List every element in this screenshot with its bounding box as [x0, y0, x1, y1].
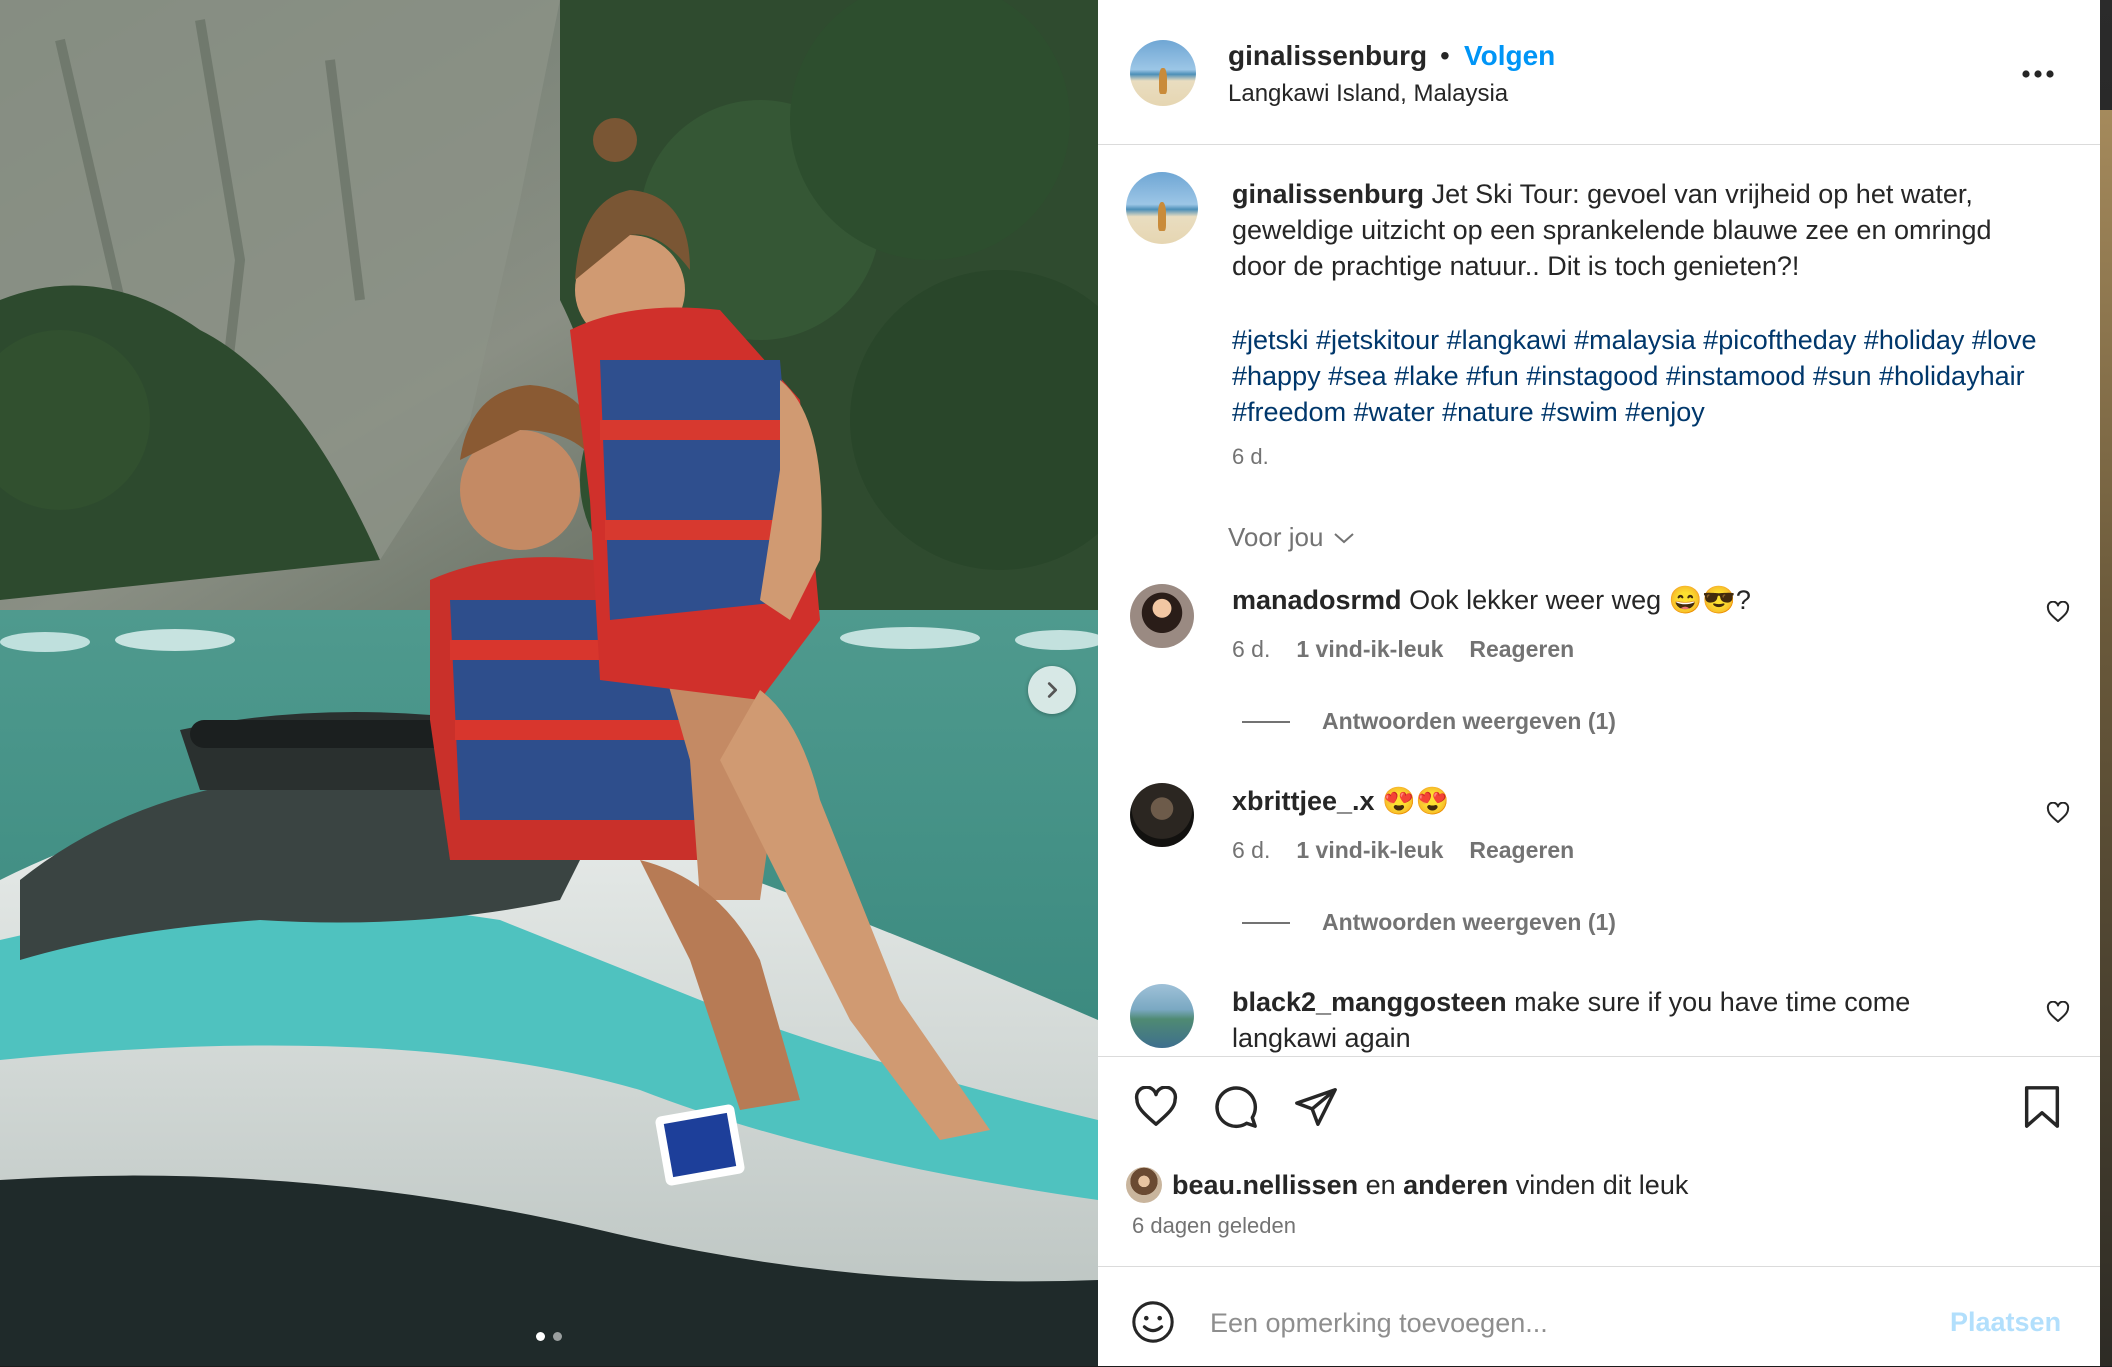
comment-text: manadosrmd Ook lekker weer weg 😄😎? — [1232, 582, 1992, 618]
liker-username[interactable]: beau.nellissen — [1172, 1170, 1358, 1200]
likes-text: beau.nellissen en anderen vinden dit leu… — [1172, 1170, 1688, 1201]
background-page-strip — [2100, 110, 2112, 1366]
comment-like-button[interactable] — [2042, 596, 2074, 628]
emoji-button[interactable] — [1128, 1297, 1178, 1347]
smiley-icon — [1132, 1301, 1174, 1343]
likes-summary: beau.nellissen en anderen vinden dit leu… — [1126, 1167, 1688, 1203]
more-options-button[interactable] — [2018, 54, 2058, 94]
comment-sort-dropdown[interactable]: Voor jou — [1228, 522, 1355, 553]
view-replies-button[interactable]: Antwoorden weergeven (1) — [1242, 708, 1616, 735]
comment-meta: 6 d. 1 vind-ik-leuk Reageren — [1232, 837, 1574, 864]
caption-author-avatar[interactable] — [1126, 172, 1198, 244]
author-avatar[interactable] — [1130, 40, 1196, 106]
heart-outline-icon — [2046, 1001, 2070, 1022]
comment-username[interactable]: black2_manggosteen — [1232, 987, 1507, 1017]
likes-conjunction: en — [1365, 1169, 1396, 1200]
comment-text: xbrittjee_.x 😍😍 — [1232, 783, 1992, 819]
post-comment-button[interactable]: Plaatsen — [1950, 1307, 2061, 1338]
share-button[interactable] — [1288, 1079, 1344, 1135]
comment-like-button[interactable] — [2042, 996, 2074, 1028]
follow-button[interactable]: Volgen — [1464, 40, 1555, 72]
commenter-avatar[interactable] — [1130, 984, 1194, 1048]
post-media[interactable] — [0, 0, 1098, 1366]
chevron-down-icon — [1334, 532, 1355, 543]
comment-input[interactable] — [1208, 1297, 1912, 1349]
comment-likes-count[interactable]: 1 vind-ik-leuk — [1296, 837, 1443, 864]
comment-time: 6 d. — [1232, 837, 1271, 863]
save-button[interactable] — [2014, 1079, 2070, 1135]
replies-divider-line — [1242, 720, 1290, 723]
post-actions: beau.nellissen en anderen vinden dit leu… — [1098, 1056, 2100, 1267]
commenter-avatar[interactable] — [1130, 783, 1194, 847]
caption-timestamp: 6 d. — [1232, 444, 1269, 469]
comment-reply-button[interactable]: Reageren — [1469, 636, 1574, 663]
like-button[interactable] — [1128, 1079, 1184, 1135]
caption-username[interactable]: ginalissenburg — [1232, 179, 1424, 209]
caption-text: ginalissenburg Jet Ski Tour: gevoel van … — [1232, 176, 2052, 284]
header-separator: • — [1440, 40, 1450, 71]
comment-body: 😍😍 — [1382, 786, 1450, 816]
comment-sort-label: Voor jou — [1228, 522, 1324, 552]
comment-reply-button[interactable]: Reageren — [1469, 837, 1574, 864]
more-horizontal-icon — [2022, 70, 2054, 78]
comment-body: Ook lekker weer weg 😄😎? — [1409, 585, 1751, 615]
author-username[interactable]: ginalissenburg — [1228, 40, 1427, 72]
comment-username[interactable]: xbrittjee_.x — [1232, 786, 1375, 816]
caption-hashtags[interactable]: #jetski #jetskitour #langkawi #malaysia … — [1232, 322, 2052, 430]
likes-suffix: vinden dit leuk — [1515, 1169, 1689, 1200]
add-comment-bar: Plaatsen — [1098, 1266, 2100, 1367]
next-image-button[interactable] — [1028, 666, 1076, 714]
likes-others-link[interactable]: anderen — [1403, 1170, 1508, 1200]
post-details-panel: ginalissenburg • Volgen Langkawi Island,… — [1098, 0, 2100, 1366]
comment-likes-count[interactable]: 1 vind-ik-leuk — [1296, 636, 1443, 663]
heart-outline-icon — [2046, 802, 2070, 823]
comment-button[interactable] — [1208, 1079, 1264, 1135]
heart-outline-icon — [2046, 601, 2070, 622]
carousel-indicator — [0, 1332, 1098, 1341]
carousel-dot-active — [536, 1332, 545, 1341]
replies-divider-line — [1242, 921, 1290, 924]
post-header: ginalissenburg • Volgen Langkawi Island,… — [1098, 0, 2100, 145]
jetski-photo — [0, 0, 1098, 1366]
chevron-right-icon — [1047, 682, 1058, 698]
comment-like-button[interactable] — [2042, 797, 2074, 829]
view-replies-label: Antwoorden weergeven (1) — [1322, 909, 1616, 935]
post-location[interactable]: Langkawi Island, Malaysia — [1228, 80, 1508, 108]
commenter-avatar[interactable] — [1130, 584, 1194, 648]
bookmark-icon — [2024, 1086, 2060, 1128]
view-replies-button[interactable]: Antwoorden weergeven (1) — [1242, 909, 1616, 936]
view-replies-label: Antwoorden weergeven (1) — [1322, 708, 1616, 734]
comment-text: black2_manggosteen make sure if you have… — [1232, 984, 1992, 1056]
carousel-dot — [553, 1332, 562, 1341]
comment-time: 6 d. — [1232, 636, 1271, 662]
post-date[interactable]: 6 dagen geleden — [1132, 1213, 1296, 1239]
comment-bubble-icon — [1215, 1086, 1258, 1129]
paper-plane-icon — [1295, 1088, 1337, 1126]
comment-username[interactable]: manadosrmd — [1232, 585, 1402, 615]
comment-meta: 6 d. 1 vind-ik-leuk Reageren — [1232, 636, 1574, 663]
liker-avatar[interactable] — [1126, 1167, 1162, 1203]
heart-icon — [1134, 1086, 1178, 1126]
